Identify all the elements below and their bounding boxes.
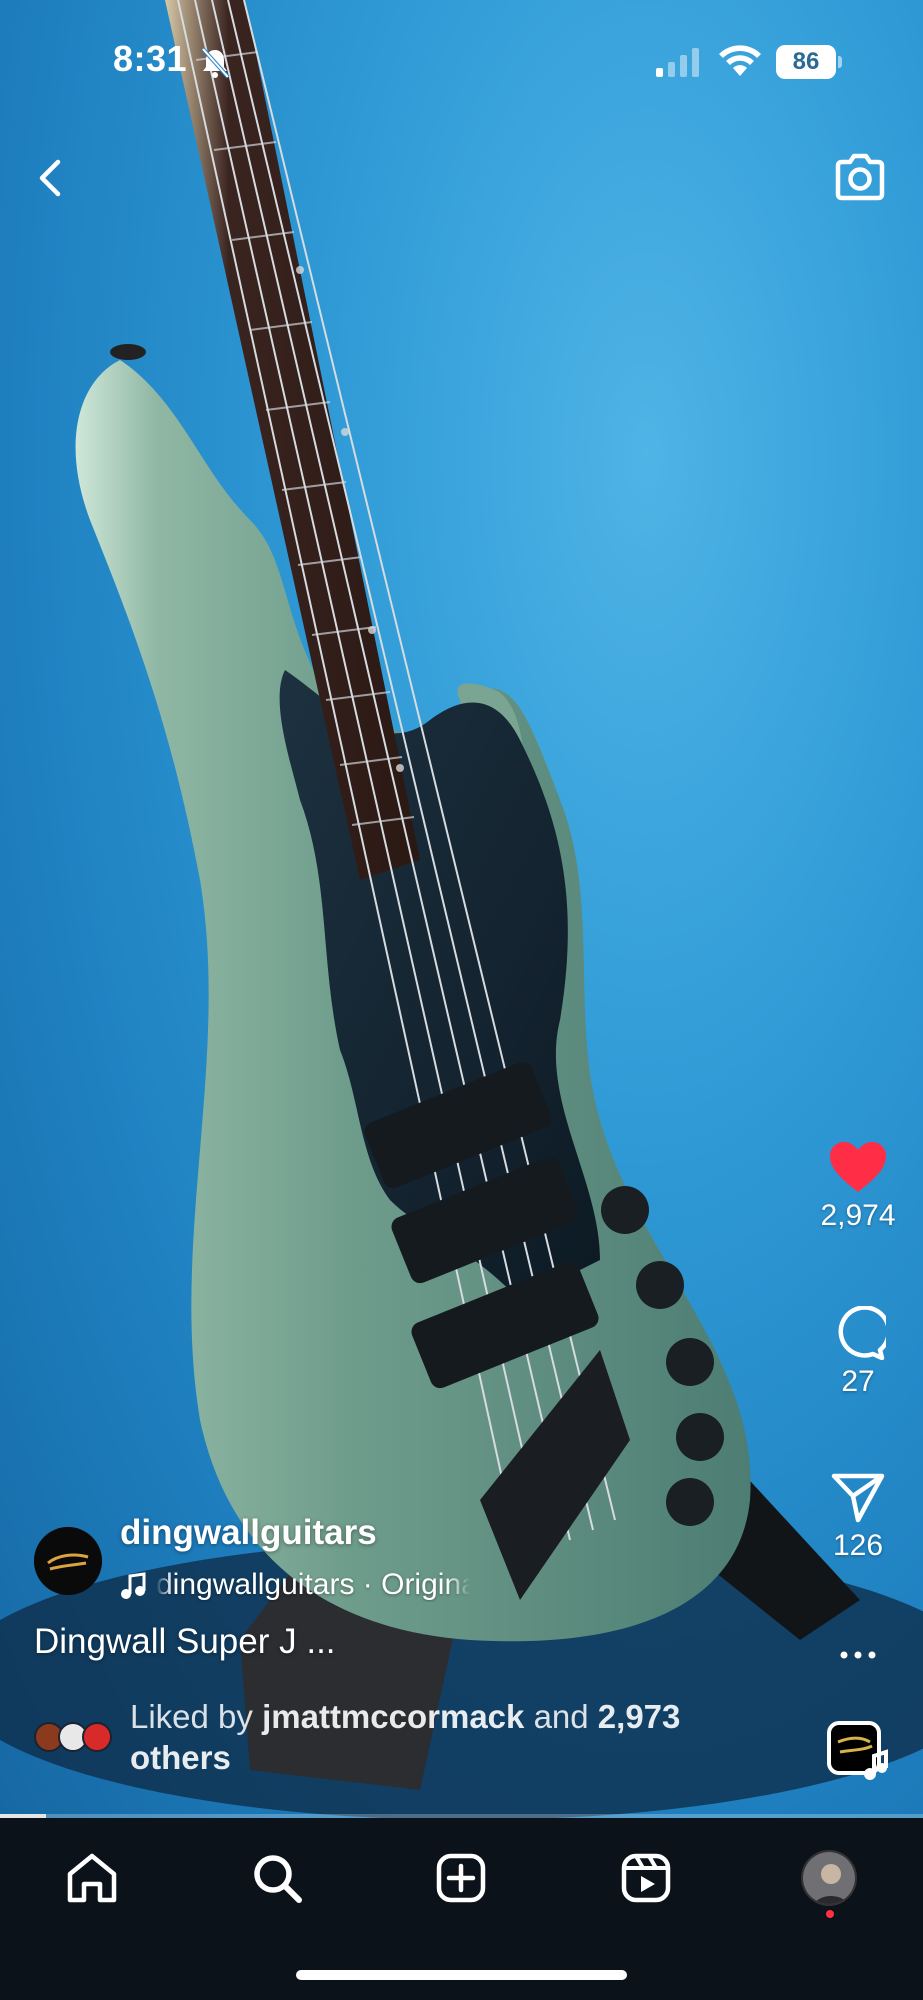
home-icon[interactable] xyxy=(62,1848,122,1908)
comment-button[interactable]: 27 xyxy=(808,1305,908,1399)
search-icon[interactable] xyxy=(247,1848,307,1908)
back-chevron-icon[interactable] xyxy=(28,150,74,206)
like-button[interactable]: 2,974 xyxy=(808,1140,908,1233)
reels-icon[interactable] xyxy=(616,1848,676,1908)
liked-by-user[interactable]: jmattmccormack xyxy=(262,1698,524,1735)
signal-icon xyxy=(656,48,699,77)
username[interactable]: dingwallguitars xyxy=(120,1513,377,1553)
battery-indicator: 86 xyxy=(776,45,842,79)
bell-slash-icon xyxy=(201,47,230,79)
heart-icon xyxy=(830,1142,886,1192)
comment-icon xyxy=(838,1305,891,1361)
notification-dot xyxy=(826,1910,834,1918)
home-indicator[interactable] xyxy=(296,1970,627,1980)
liked-by-others[interactable]: others xyxy=(130,1739,231,1776)
comment-count: 27 xyxy=(841,1365,875,1398)
share-button[interactable]: 126 xyxy=(808,1470,908,1563)
more-icon[interactable] xyxy=(838,1640,878,1670)
profile-avatar[interactable] xyxy=(801,1850,857,1906)
avatar[interactable] xyxy=(34,1527,102,1595)
dingwall-logo xyxy=(34,1527,102,1595)
camera-icon[interactable] xyxy=(830,150,890,206)
post-caption[interactable]: Dingwall Super J ... xyxy=(34,1622,336,1662)
audio-label: dingwallguitars · Original audio xyxy=(156,1568,470,1601)
create-icon[interactable] xyxy=(431,1848,491,1908)
like-count: 2,974 xyxy=(820,1199,896,1232)
status-time: 8:31 xyxy=(113,38,188,79)
wifi-icon xyxy=(719,45,761,76)
battery-level: 86 xyxy=(776,45,836,79)
liked-by-avatars[interactable] xyxy=(34,1722,118,1752)
share-icon xyxy=(831,1473,885,1523)
share-count: 126 xyxy=(832,1529,884,1562)
music-note-icon xyxy=(121,1572,146,1599)
audio-icon[interactable] xyxy=(826,1720,890,1784)
audio-attribution[interactable]: dingwallguitars · Original audio xyxy=(120,1568,470,1604)
liked-by-text[interactable]: Liked by jmattmccormack and 2,973 others xyxy=(130,1696,750,1778)
liked-by-count[interactable]: 2,973 xyxy=(598,1698,681,1735)
status-bar: 8:31 86 xyxy=(0,0,923,120)
